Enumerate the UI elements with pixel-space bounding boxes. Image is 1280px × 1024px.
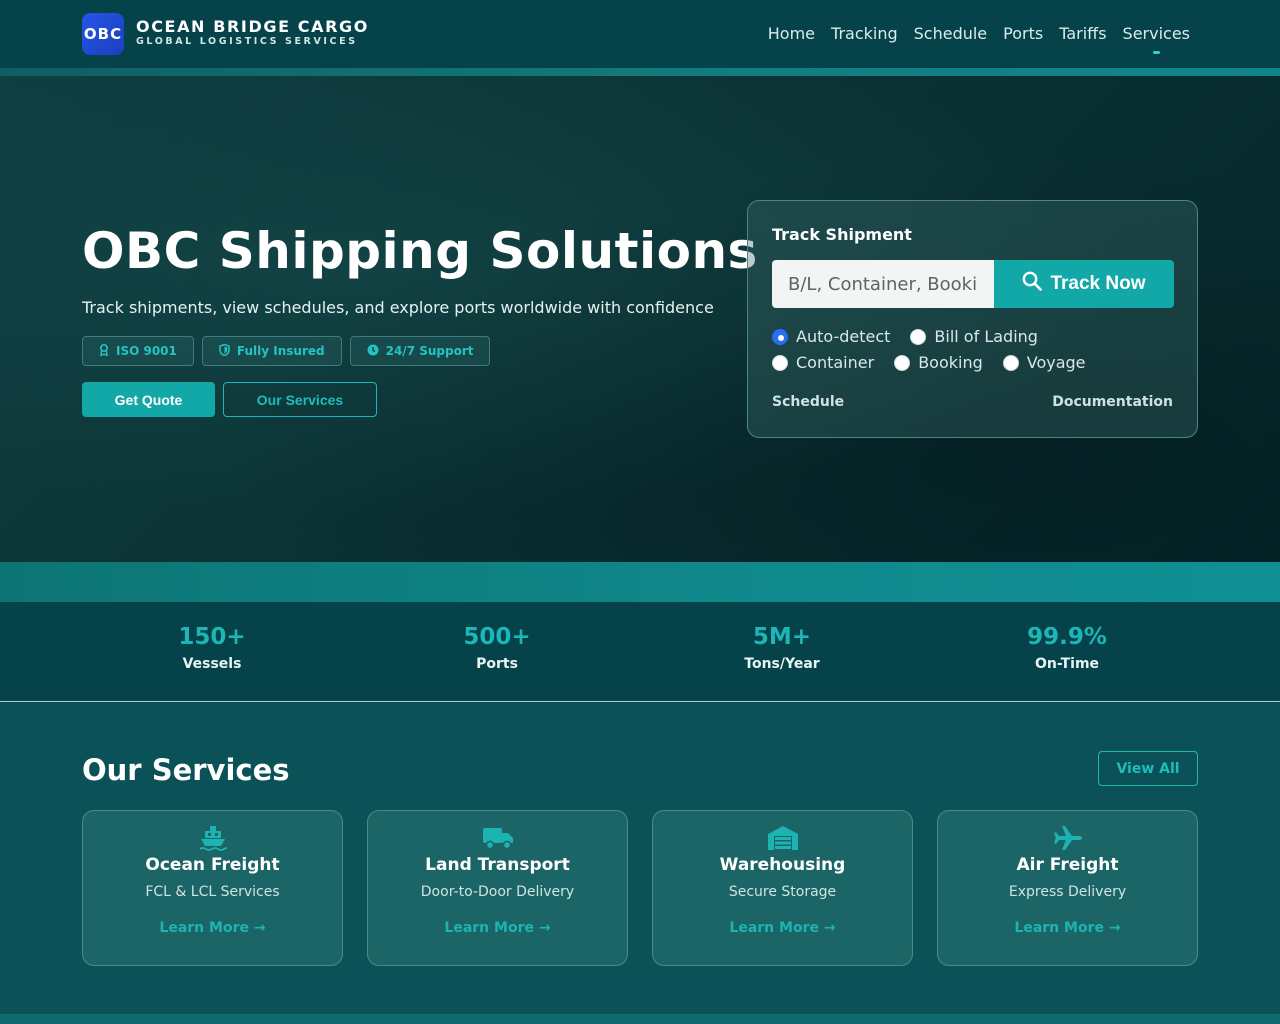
stat-label: Vessels (182, 656, 242, 672)
track-shipment-card: Track Shipment Track Now Auto-detect Bil… (747, 200, 1198, 438)
header-accent-strip (0, 68, 1280, 76)
nav-home[interactable]: Home (768, 24, 815, 43)
search-type-row-1: Auto-detect Bill of Lading (772, 327, 1038, 346)
plane-icon (938, 825, 1197, 851)
service-name: Land Transport (425, 855, 570, 875)
trust-badges: ISO 9001 Fully Insured 24/7 Support (82, 336, 491, 366)
radio-indicator[interactable] (910, 328, 927, 345)
learn-more-link[interactable]: Learn More → (938, 920, 1197, 936)
stat-value: 150+ (178, 624, 246, 650)
nav-tariffs[interactable]: Tariffs (1059, 24, 1106, 43)
documentation-link[interactable]: Documentation (1052, 394, 1173, 410)
radio-selected-indicator[interactable] (772, 328, 788, 345)
badge-iso-label: ISO 9001 (116, 344, 177, 358)
service-desc: Secure Storage (728, 884, 837, 900)
badge-support: 24/7 Support (349, 336, 491, 366)
stats-bar: 150+ Vessels 500+ Ports 5M+ Tons/Year 99… (0, 602, 1280, 702)
nav-ports[interactable]: Ports (1003, 24, 1043, 43)
schedule-link[interactable]: Schedule (772, 394, 844, 410)
search-icon (1022, 271, 1043, 297)
stat-vessels: 150+ Vessels (82, 624, 342, 672)
radio-container[interactable]: Container (772, 353, 874, 372)
service-name: Air Freight (1016, 855, 1119, 875)
stat-tons: 5M+ Tons/Year (652, 624, 912, 672)
stat-label: On-Time (1034, 656, 1100, 672)
main-nav: Home Tracking Schedule Ports Tariffs Ser… (768, 24, 1190, 54)
hero-section: OBC Shipping Solutions Track shipments, … (0, 76, 1280, 562)
ship-icon (83, 825, 342, 851)
radio-booking-label: Booking (918, 353, 983, 372)
search-type-row-2: Container Booking Voyage (772, 353, 1086, 372)
warehouse-icon (653, 825, 912, 851)
learn-more-link[interactable]: Learn More → (653, 920, 912, 936)
nav-tracking[interactable]: Tracking (831, 24, 898, 43)
radio-bill-of-lading[interactable]: Bill of Lading (910, 327, 1038, 346)
brand-name[interactable]: OCEAN BRIDGE CARGO (136, 17, 369, 36)
service-desc: Express Delivery (1008, 884, 1127, 900)
stat-ports: 500+ Ports (367, 624, 627, 672)
radio-auto-detect[interactable]: Auto-detect (772, 327, 890, 346)
service-card-ocean-freight[interactable]: Ocean Freight FCL & LCL Services Learn M… (82, 810, 343, 966)
shield-icon (219, 343, 230, 359)
service-card-warehousing[interactable]: Warehousing Secure Storage Learn More → (652, 810, 913, 966)
view-all-button[interactable]: View All (1098, 751, 1198, 786)
radio-booking[interactable]: Booking (894, 353, 983, 372)
stat-label: Ports (476, 656, 518, 672)
award-icon (99, 343, 109, 359)
service-name: Warehousing (719, 855, 846, 875)
hero-actions: Get Quote Our Services (82, 382, 377, 417)
hero-subtitle: Track shipments, view schedules, and exp… (82, 298, 714, 317)
hero-title: OBC Shipping Solutions (82, 222, 758, 280)
service-name: Ocean Freight (145, 855, 280, 875)
track-now-button[interactable]: Track Now (994, 260, 1174, 308)
get-quote-button[interactable]: Get Quote (82, 382, 215, 417)
radio-container-label: Container (796, 353, 875, 372)
services-section: Our Services View All Ocean Freight FCL … (0, 703, 1280, 1024)
track-card-title: Track Shipment (772, 225, 912, 244)
truck-icon (368, 825, 627, 851)
radio-indicator[interactable] (772, 354, 788, 371)
stat-on-time: 99.9% On-Time (937, 624, 1197, 672)
radio-voyage-label: Voyage (1026, 353, 1086, 372)
badge-support-label: 24/7 Support (385, 344, 474, 358)
tracking-number-input[interactable] (772, 260, 994, 308)
radio-auto-detect-label: Auto-detect (796, 327, 891, 346)
badge-insured-label: Fully Insured (236, 344, 325, 358)
stat-value: 99.9% (1027, 624, 1107, 650)
service-card-air-freight[interactable]: Air Freight Express Delivery Learn More … (937, 810, 1198, 966)
logo-badge[interactable]: OBC (82, 13, 124, 55)
clock-icon (367, 344, 379, 359)
our-services-button[interactable]: Our Services (223, 382, 377, 417)
stat-value: 5M+ (752, 624, 812, 650)
footer-strip (0, 1014, 1280, 1024)
badge-insured: Fully Insured (201, 336, 342, 366)
track-now-label: Track Now (1050, 273, 1146, 294)
stat-label: Tons/Year (744, 656, 820, 672)
radio-indicator[interactable] (894, 354, 911, 371)
stat-value: 500+ (463, 624, 531, 650)
radio-voyage[interactable]: Voyage (1002, 353, 1086, 372)
radio-indicator[interactable] (1002, 354, 1019, 371)
accent-band (0, 562, 1280, 602)
nav-services[interactable]: Services (1123, 24, 1190, 54)
site-header: OBC OCEAN BRIDGE CARGO GLOBAL LOGISTICS … (0, 0, 1280, 68)
service-desc: FCL & LCL Services (145, 884, 280, 900)
learn-more-link[interactable]: Learn More → (83, 920, 342, 936)
learn-more-link[interactable]: Learn More → (368, 920, 627, 936)
radio-bill-of-lading-label: Bill of Lading (934, 327, 1038, 346)
badge-iso: ISO 9001 (82, 336, 194, 366)
service-desc: Door-to-Door Delivery (420, 884, 575, 900)
service-card-land-transport[interactable]: Land Transport Door-to-Door Delivery Lea… (367, 810, 628, 966)
services-title: Our Services (82, 753, 290, 787)
brand-tagline: GLOBAL LOGISTICS SERVICES (136, 36, 358, 47)
nav-schedule[interactable]: Schedule (914, 24, 988, 43)
